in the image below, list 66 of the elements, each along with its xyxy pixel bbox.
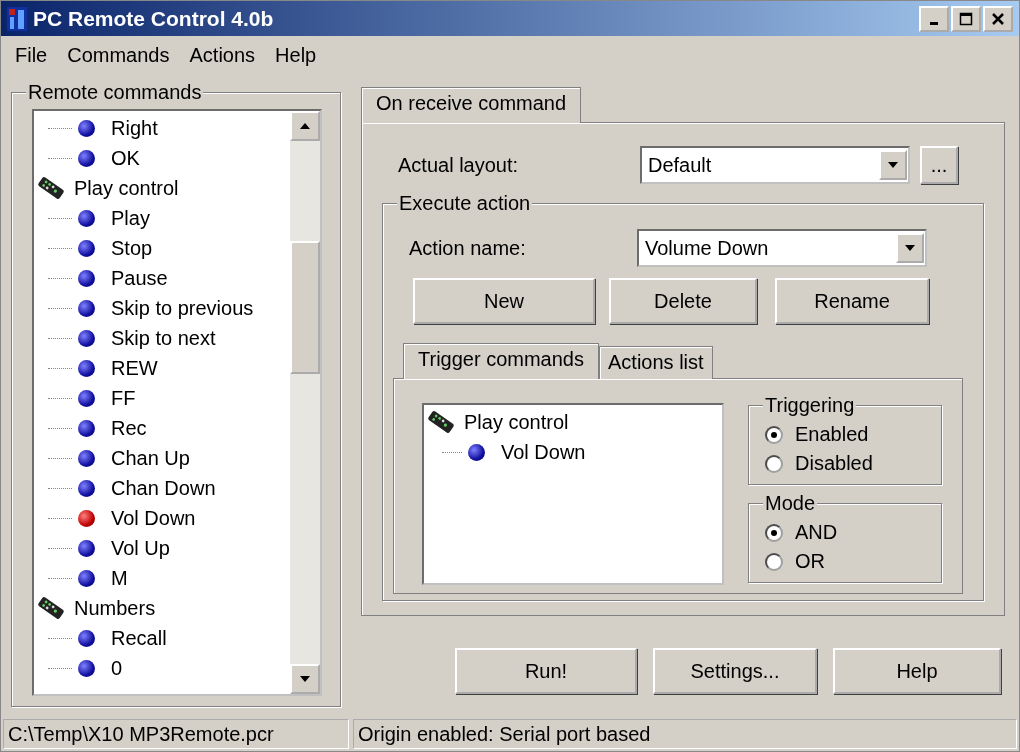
tree-item[interactable]: 0 (111, 656, 123, 680)
radio-button[interactable] (765, 454, 783, 473)
minimize-button[interactable] (919, 5, 949, 32)
tree-item[interactable]: Pause (111, 266, 168, 290)
app-icon (7, 6, 27, 31)
menu-item[interactable]: File (5, 43, 58, 67)
tree-item[interactable]: Stop (111, 236, 153, 260)
field-label: Action name: (408, 236, 527, 260)
dialog-button[interactable]: Help (833, 648, 1001, 694)
tree-item[interactable]: Vol Down (501, 440, 586, 464)
radio-label: OR (795, 550, 825, 573)
tree-item[interactable]: Skip to next (111, 326, 216, 350)
tab[interactable]: On receive command (361, 87, 582, 123)
close-button[interactable] (983, 5, 1013, 32)
tree-group-label[interactable]: Play control (74, 176, 179, 200)
tree-item[interactable]: M (111, 566, 128, 590)
up-arrow-icon (299, 122, 311, 130)
field-label: Actual layout: (397, 153, 520, 177)
tree-item[interactable]: Rec (111, 416, 147, 440)
dropdown-arrow-icon (904, 244, 916, 252)
scroll-down-button[interactable] (290, 664, 320, 694)
maximize-button[interactable] (951, 5, 981, 32)
tree-item[interactable]: Skip to previous (111, 296, 254, 320)
window-title: PC Remote Control 4.0b (33, 6, 275, 31)
tree-item[interactable]: Vol Down (111, 506, 196, 530)
tree-item[interactable]: Chan Down (111, 476, 216, 500)
dialog-button[interactable]: Settings... (653, 648, 817, 694)
tree-item[interactable]: FF (111, 386, 136, 410)
radio-button[interactable] (765, 425, 783, 444)
down-arrow-icon (299, 675, 311, 683)
tree-group-label[interactable]: Numbers (74, 596, 156, 620)
radio-button[interactable] (765, 523, 783, 542)
layout-dropdown[interactable]: Default (640, 146, 910, 184)
status-text: C:\Temp\X10 MP3Remote.pcr (3, 719, 349, 749)
tree-item[interactable]: REW (111, 356, 158, 380)
tab[interactable]: Actions list (599, 346, 713, 379)
scroll-up-button[interactable] (290, 111, 320, 141)
maximize-icon (959, 11, 973, 26)
dialog-button[interactable]: Run! (455, 648, 637, 694)
tree-item[interactable]: Right (111, 116, 158, 140)
radio-label: AND (795, 521, 838, 544)
menu-item[interactable]: Help (265, 43, 327, 67)
scroll-thumb[interactable] (290, 241, 320, 374)
tree-item[interactable]: Play (111, 206, 150, 230)
close-icon (991, 11, 1005, 26)
action-button[interactable]: New (413, 278, 595, 324)
action-button[interactable]: Delete (609, 278, 757, 324)
tree-item[interactable]: OK (111, 146, 140, 170)
radio-label: Disabled (795, 452, 873, 475)
tree-item[interactable]: Vol Up (111, 536, 170, 560)
tree-item[interactable]: Chan Up (111, 446, 190, 470)
browse-button[interactable]: ... (920, 146, 958, 184)
action-dropdown[interactable]: Volume Down (637, 229, 927, 267)
menu-item[interactable]: Commands (57, 43, 180, 67)
status-text: Origin enabled: Serial port based (353, 719, 1017, 749)
minimize-icon (930, 21, 938, 25)
dropdown-arrow-icon (887, 161, 899, 169)
menu-item[interactable]: Actions (179, 43, 266, 67)
scrollbar[interactable] (290, 111, 320, 694)
action-button[interactable]: Rename (775, 278, 929, 324)
tab[interactable]: Trigger commands (403, 343, 599, 379)
radio-button[interactable] (765, 552, 783, 571)
tree-group-label[interactable]: Play control (464, 410, 569, 434)
tree-item[interactable]: Recall (111, 626, 167, 650)
radio-label: Enabled (795, 423, 869, 446)
ball-icon (468, 443, 485, 461)
